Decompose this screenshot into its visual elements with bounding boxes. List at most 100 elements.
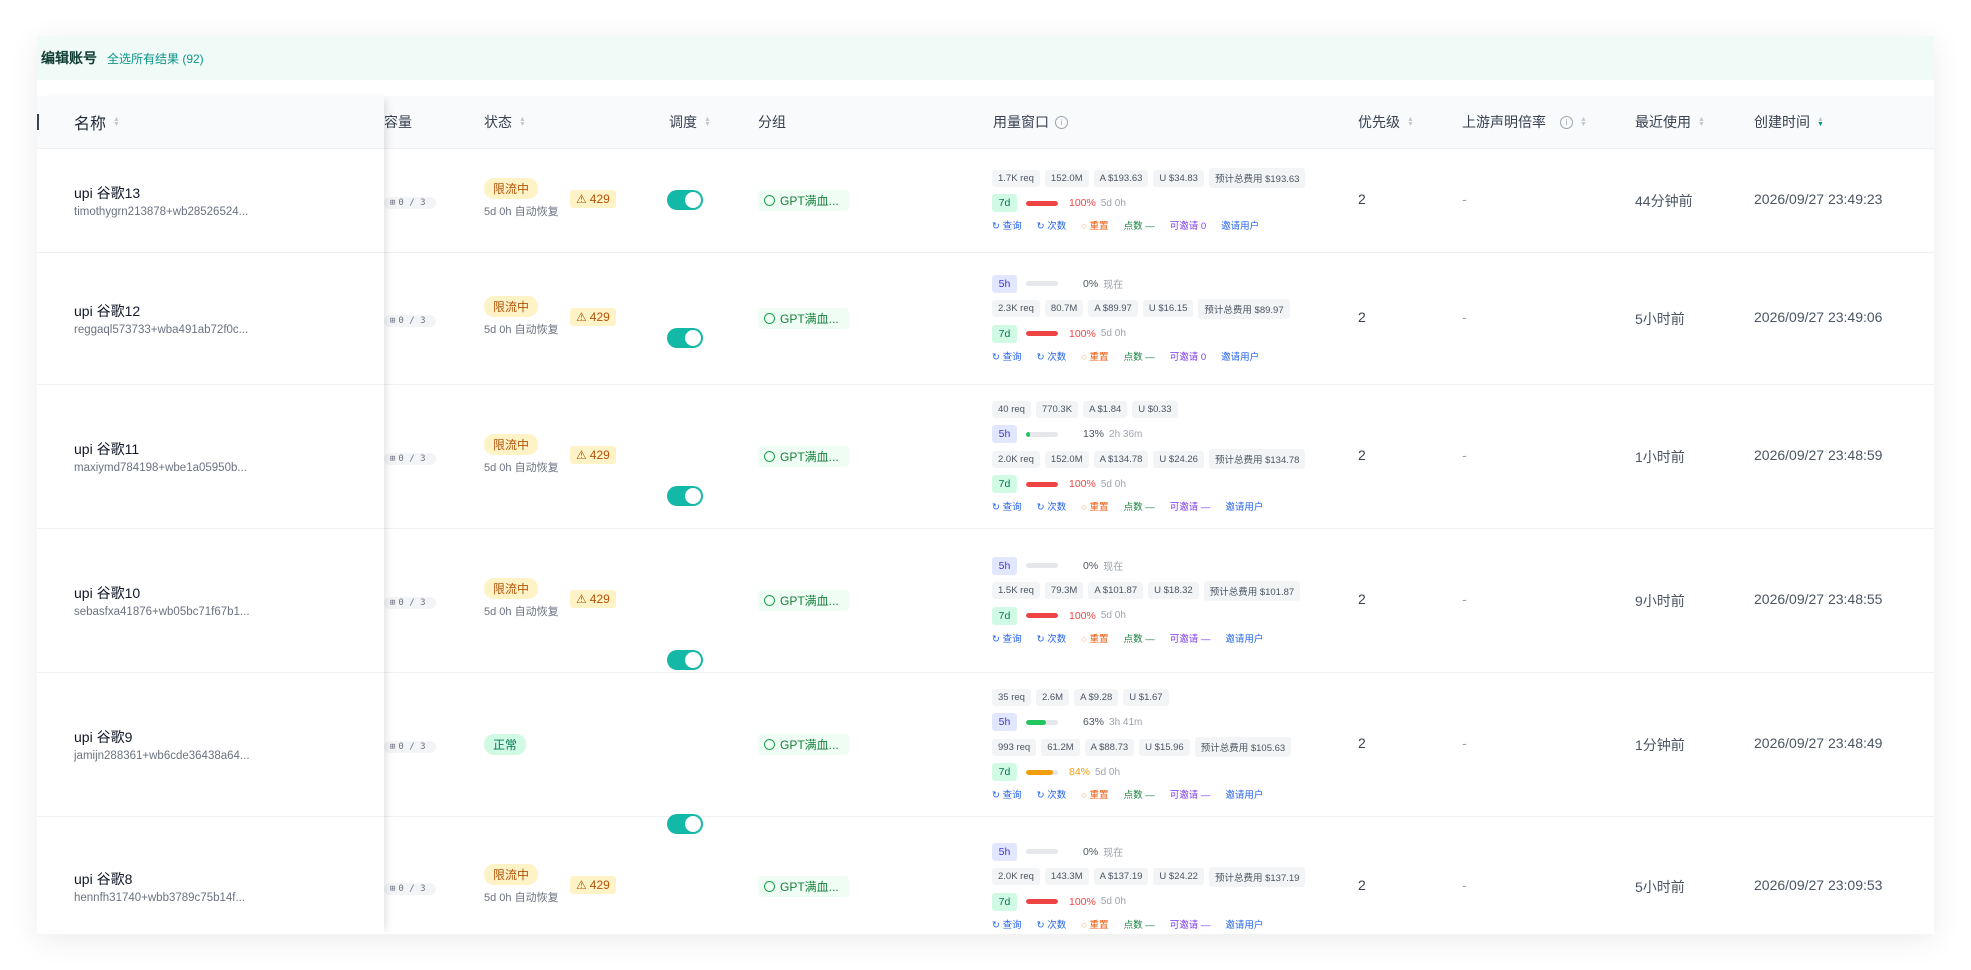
- sort-icon[interactable]: ▲ ▼: [1580, 116, 1587, 128]
- group-tag[interactable]: GPT满血...: [758, 876, 849, 897]
- info-icon[interactable]: i: [1560, 115, 1573, 129]
- usage-percent: 100%: [1069, 895, 1096, 908]
- refresh-icon: ◌: [1081, 633, 1090, 645]
- rate-limit-badge: ⚠ 429: [570, 308, 616, 326]
- account-name[interactable]: upi 谷歌11: [74, 439, 247, 459]
- usage-percent: 100%: [1069, 197, 1096, 209]
- query-action[interactable]: ↻ 查询: [992, 917, 1022, 931]
- invited-users-action[interactable]: 邀请用户: [1225, 917, 1263, 931]
- reset-action[interactable]: ◌ 重置: [1081, 349, 1108, 363]
- created-value: 2026/09/27 23:48:55: [1754, 591, 1883, 607]
- column-resize-handle[interactable]: [37, 114, 39, 130]
- count-action[interactable]: ↻ 次数: [1037, 499, 1067, 513]
- invite-action[interactable]: 可邀请 —: [1170, 631, 1211, 645]
- bulk-edit-button[interactable]: 编辑账号: [41, 48, 97, 68]
- points-action-label: 点数 —: [1123, 790, 1155, 801]
- col-status[interactable]: 状态 ▲ ▼: [484, 96, 526, 148]
- priority-value: 2: [1358, 591, 1366, 607]
- sort-icon[interactable]: ▲ ▼: [113, 116, 120, 128]
- account-name[interactable]: upi 谷歌12: [74, 301, 248, 321]
- group-tag[interactable]: GPT满血...: [758, 590, 849, 611]
- points-action[interactable]: 点数 —: [1124, 631, 1155, 645]
- invite-action[interactable]: 可邀请 0: [1170, 218, 1206, 232]
- account-name[interactable]: upi 谷歌9: [74, 727, 250, 747]
- reset-action[interactable]: ◌ 重置: [1081, 218, 1108, 232]
- invite-action[interactable]: 可邀请 —: [1170, 917, 1211, 931]
- group-tag[interactable]: GPT满血...: [758, 190, 849, 211]
- query-action[interactable]: ↻ 查询: [992, 631, 1022, 645]
- priority-value: 2: [1358, 735, 1366, 751]
- progress-bar: [1026, 849, 1058, 854]
- account-name[interactable]: upi 谷歌13: [74, 183, 248, 203]
- col-priority[interactable]: 优先级 ▲ ▼: [1358, 96, 1414, 148]
- col-upstream[interactable]: 上游声明倍率 i ▲ ▼: [1462, 96, 1587, 148]
- group-tag[interactable]: GPT满血...: [758, 734, 849, 755]
- group-tag[interactable]: GPT满血...: [758, 446, 849, 467]
- invited-users-action[interactable]: 邀请用户: [1225, 499, 1263, 513]
- select-all-link[interactable]: 全选所有结果 (92): [107, 50, 204, 67]
- invited-users-action[interactable]: 邀请用户: [1221, 218, 1259, 232]
- account-name[interactable]: upi 谷歌10: [74, 583, 250, 603]
- usage-chip: U $15.96: [1139, 738, 1190, 756]
- sort-icon[interactable]: ▲ ▼: [704, 116, 711, 128]
- invite-action[interactable]: 可邀请 —: [1170, 499, 1211, 513]
- col-schedule[interactable]: 调度 ▲ ▼: [669, 96, 711, 148]
- usage-chip: A $193.63: [1093, 169, 1149, 187]
- sort-icon[interactable]: ▲ ▼: [1698, 116, 1705, 128]
- count-action[interactable]: ↻ 次数: [1037, 787, 1067, 801]
- sort-icon[interactable]: ▲ ▼: [1817, 116, 1824, 128]
- group-label: GPT满血...: [780, 450, 839, 464]
- reset-action-label: 重置: [1089, 633, 1109, 645]
- usage-chip: 预计总费用 $89.97: [1198, 298, 1290, 319]
- count-action[interactable]: ↻ 次数: [1037, 631, 1067, 645]
- points-action[interactable]: 点数 —: [1124, 218, 1155, 232]
- refresh-icon: ↻: [992, 351, 1003, 363]
- schedule-toggle[interactable]: [667, 486, 703, 506]
- last-used-value: 1小时前: [1635, 449, 1685, 465]
- schedule-toggle[interactable]: [667, 650, 703, 670]
- sort-icon[interactable]: ▲ ▼: [1407, 116, 1414, 128]
- query-action[interactable]: ↻ 查询: [992, 499, 1022, 513]
- schedule-toggle[interactable]: [667, 328, 703, 348]
- warning-icon: ⚠: [576, 310, 587, 324]
- col-capacity-label: 容量: [384, 114, 412, 130]
- query-action[interactable]: ↻ 查询: [992, 787, 1022, 801]
- upstream-value: -: [1462, 447, 1467, 463]
- points-action[interactable]: 点数 —: [1124, 787, 1155, 801]
- reset-action[interactable]: ◌ 重置: [1081, 917, 1108, 931]
- usage-chip: 1.5K req: [992, 582, 1040, 599]
- query-action[interactable]: ↻ 查询: [992, 349, 1022, 363]
- info-icon[interactable]: i: [1055, 115, 1068, 129]
- points-action[interactable]: 点数 —: [1124, 917, 1155, 931]
- invite-action[interactable]: 可邀请 0: [1170, 349, 1206, 363]
- reset-action[interactable]: ◌ 重置: [1081, 787, 1108, 801]
- warning-icon: ⚠: [576, 448, 587, 462]
- group-tag[interactable]: GPT满血...: [758, 308, 849, 329]
- schedule-toggle[interactable]: [667, 190, 703, 210]
- col-created[interactable]: 创建时间 ▲ ▼: [1754, 96, 1824, 148]
- count-action[interactable]: ↻ 次数: [1037, 917, 1067, 931]
- query-action[interactable]: ↻ 查询: [992, 218, 1022, 232]
- count-action[interactable]: ↻ 次数: [1037, 218, 1067, 232]
- reset-action[interactable]: ◌ 重置: [1081, 499, 1108, 513]
- invite-action[interactable]: 可邀请 —: [1170, 787, 1211, 801]
- invited-users-action[interactable]: 邀请用户: [1225, 631, 1263, 645]
- col-name[interactable]: 名称 ▲ ▼: [74, 96, 120, 148]
- invited-users-action[interactable]: 邀请用户: [1221, 349, 1259, 363]
- row-divider: [37, 528, 384, 529]
- sort-icon[interactable]: ▲ ▼: [519, 116, 526, 128]
- error-code-badge: ⚠ 429: [570, 190, 616, 208]
- account-name[interactable]: upi 谷歌8: [74, 869, 245, 889]
- window-7d-tag: 7d: [992, 892, 1017, 911]
- usage-percent: 0%: [1083, 277, 1099, 290]
- col-capacity: 容量: [384, 96, 412, 148]
- count-action[interactable]: ↻ 次数: [1037, 349, 1067, 363]
- invited-users-action[interactable]: 邀请用户: [1225, 787, 1263, 801]
- usage-actions: ↻ 查询 ↻ 次数 ◌ 重置 点数 — 可邀请 0 邀请用户: [992, 218, 1305, 232]
- col-last-used[interactable]: 最近使用 ▲ ▼: [1635, 96, 1705, 148]
- capacity-pill: ⊞ 0 / 3: [384, 597, 436, 609]
- points-action[interactable]: 点数 —: [1124, 499, 1155, 513]
- reset-action[interactable]: ◌ 重置: [1081, 631, 1108, 645]
- points-action[interactable]: 点数 —: [1124, 349, 1155, 363]
- progress-fill: [1026, 899, 1058, 904]
